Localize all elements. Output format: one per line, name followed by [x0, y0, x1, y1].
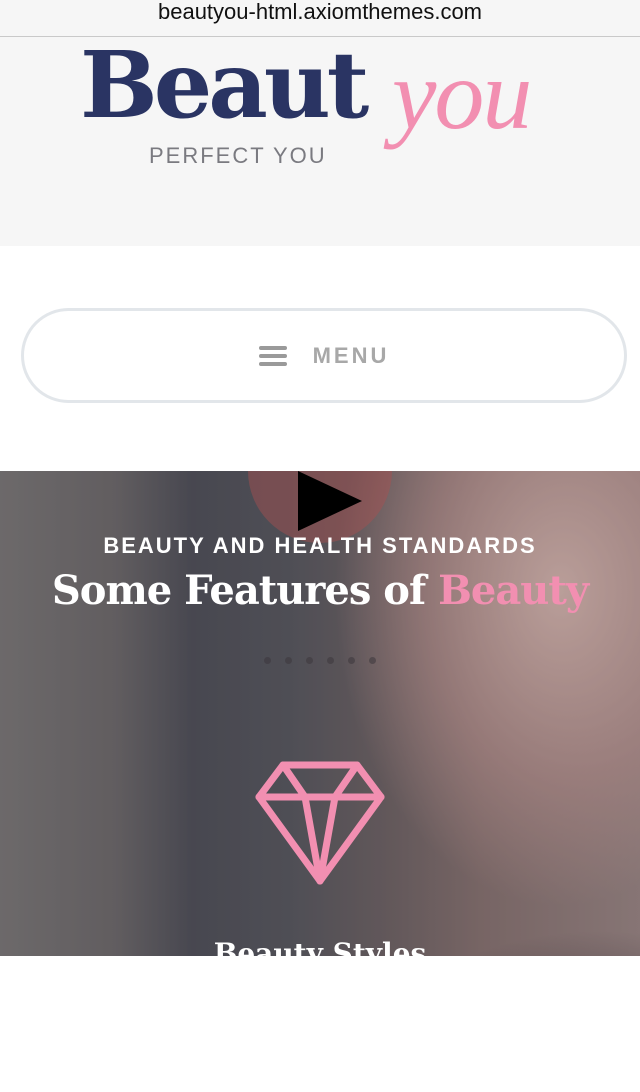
slider-dot[interactable] — [348, 657, 355, 664]
logo-primary-text: Beaut — [80, 31, 369, 139]
menu-button[interactable]: MENU — [21, 308, 627, 403]
logo-tagline: PERFECT YOU — [149, 143, 327, 168]
feature-title: Beauty Styles — [213, 937, 427, 956]
hero-title: Some Features of Beauty — [0, 567, 640, 614]
slider-dot[interactable] — [285, 657, 292, 664]
slider-dot[interactable] — [306, 657, 313, 664]
diamond-icon — [255, 761, 385, 885]
logo-secondary-text: you — [392, 39, 532, 150]
hamburger-icon — [258, 345, 287, 366]
hero-subtitle: BEAUTY AND HEALTH STANDARDS — [103, 533, 537, 558]
menu-label: MENU — [312, 342, 390, 368]
site-header: Beaut you PERFECT YOU — [0, 37, 640, 246]
slider-dot[interactable] — [264, 657, 271, 664]
url-text: beautyou-html.axiomthemes.com — [157, 0, 483, 24]
slider-dot[interactable] — [327, 657, 334, 664]
slider-dot[interactable] — [369, 657, 376, 664]
slider-dots[interactable] — [264, 657, 376, 664]
site-logo[interactable]: Beaut you PERFECT YOU — [80, 37, 570, 177]
hero-section: BEAUTY AND HEALTH STANDARDS Some Feature… — [0, 471, 640, 956]
play-icon[interactable] — [298, 471, 362, 531]
hero-title-main: Some Features of — [51, 567, 426, 614]
hero-title-accent: Beauty — [438, 567, 589, 614]
